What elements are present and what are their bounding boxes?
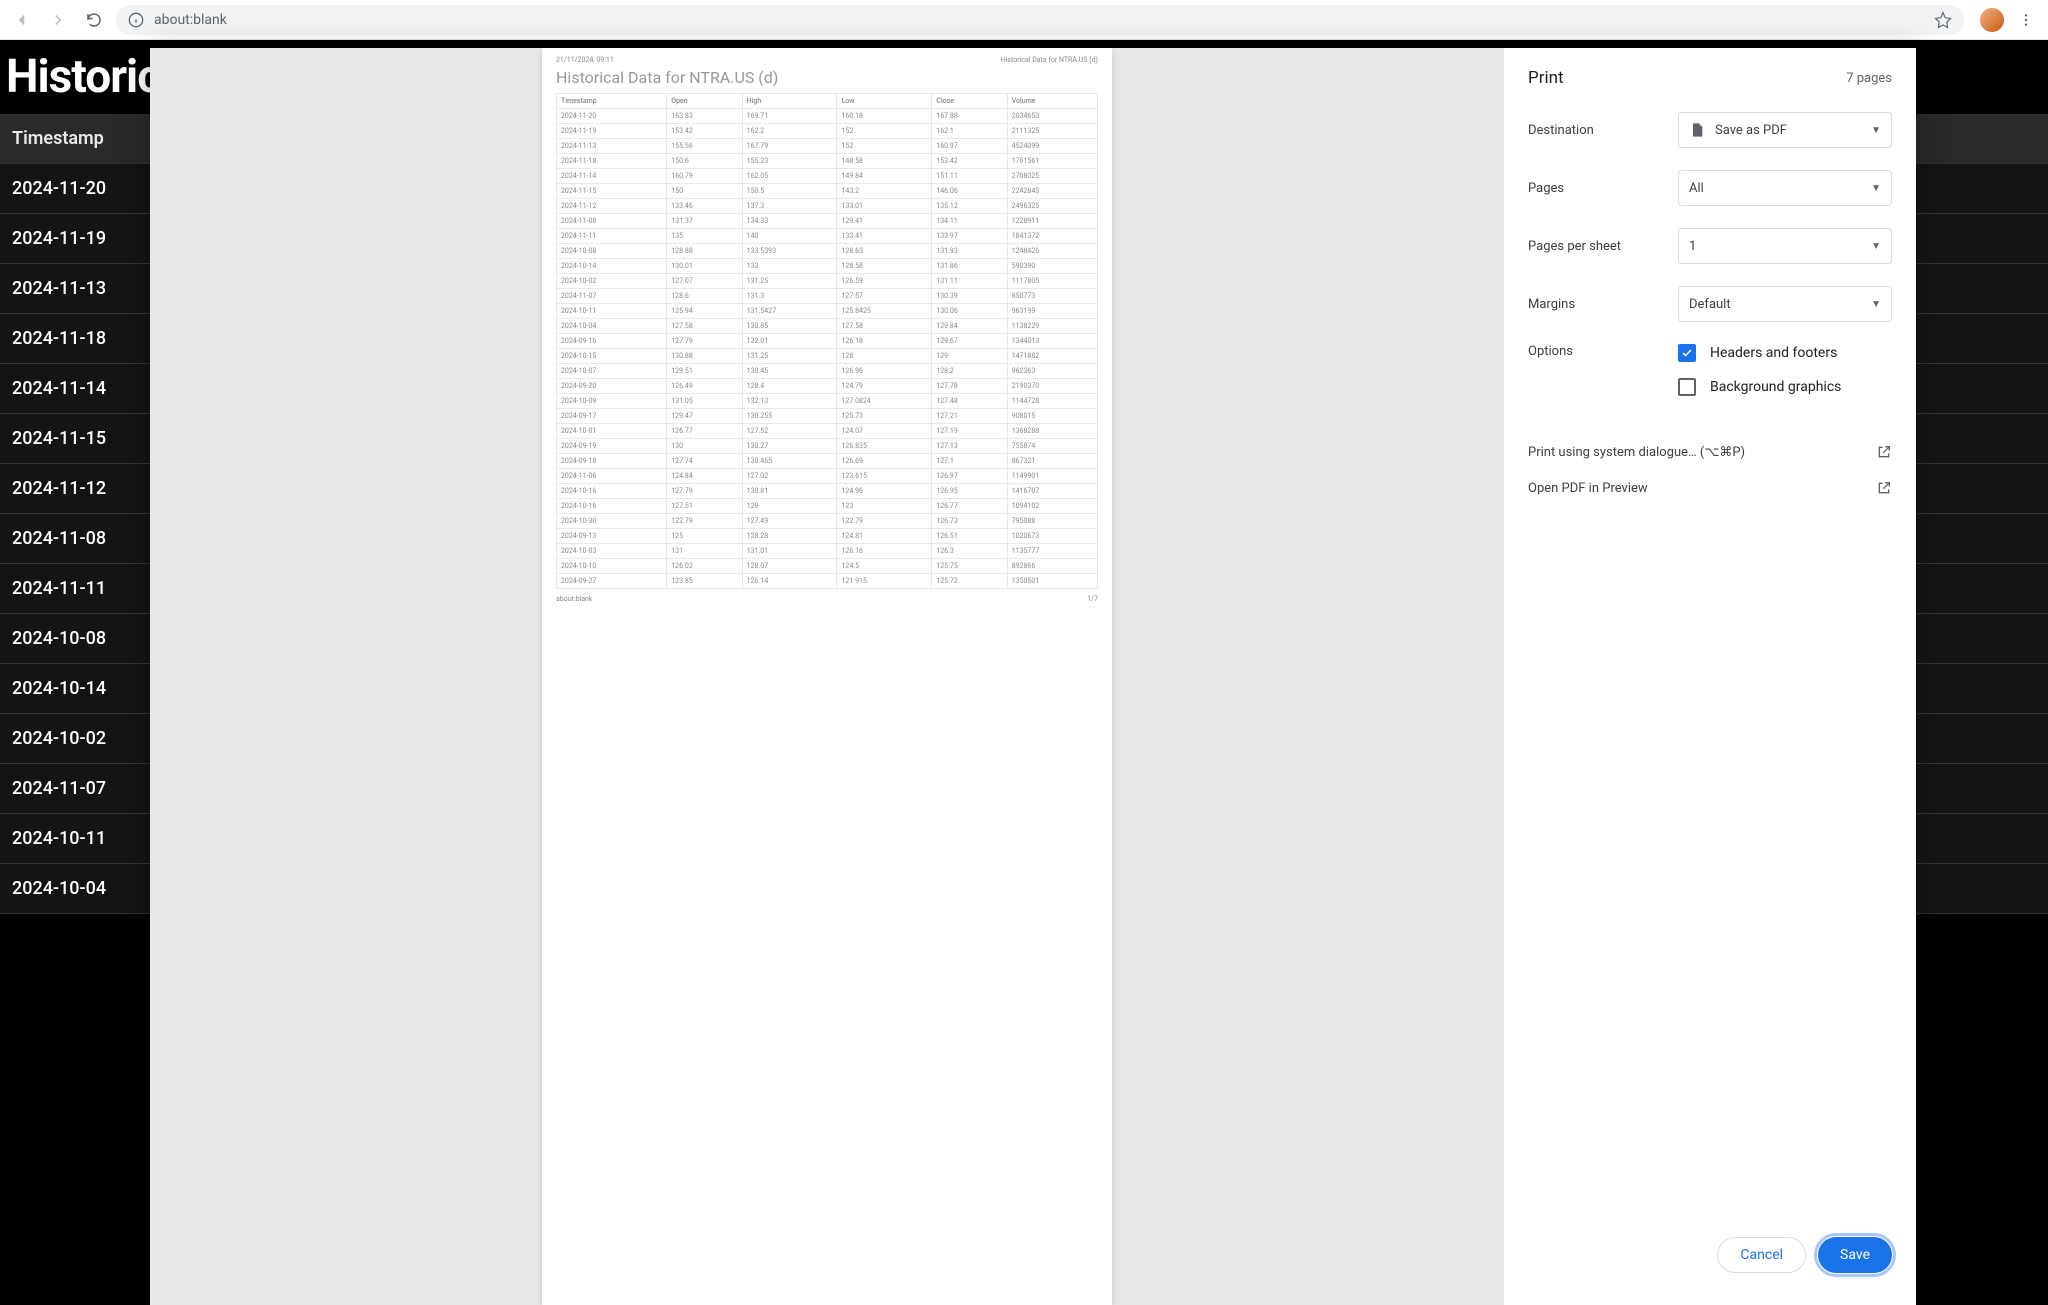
preview-row: 2024-10-07129.51130.45126.96128.2962363 (557, 364, 1098, 379)
preview-row: 2024-10-09131.05132.13127.0824127.481144… (557, 394, 1098, 409)
save-button[interactable]: Save (1818, 1237, 1892, 1273)
preview-row: 2024-09-13125128.28124.81126.511020673 (557, 529, 1098, 544)
preview-row: 2024-11-08131.37134.33129.41134.11122891… (557, 214, 1098, 229)
preview-row: 2024-11-19153.42162.2152162.12111325 (557, 124, 1098, 139)
headers-footers-checkbox[interactable] (1678, 344, 1696, 362)
back-button[interactable] (8, 6, 36, 34)
system-dialog-link[interactable]: Print using system dialogue… (⌥⌘P) (1528, 434, 1892, 470)
preview-table: TimestampOpenHighLowCloseVolume 2024-11-… (556, 93, 1098, 589)
preview-footer-page: 1/7 (1087, 595, 1098, 603)
open-pdf-preview-link[interactable]: Open PDF in Preview (1528, 470, 1892, 506)
destination-label: Destination (1528, 123, 1678, 138)
preview-page: 21/11/2024, 09:11 Historical Data for NT… (542, 48, 1112, 1305)
browser-menu-icon[interactable] (2012, 12, 2040, 28)
preview-footer-url: about:blank (556, 595, 592, 603)
pages-per-sheet-dropdown[interactable]: 1 ▼ (1678, 228, 1892, 264)
preview-row: 2024-10-04127.58130.85127.58129.84113822… (557, 319, 1098, 334)
pages-value: All (1689, 181, 1704, 196)
background-graphics-checkbox[interactable] (1678, 378, 1696, 396)
preview-row: 2024-09-18127.74130.465126.69127.1867321 (557, 454, 1098, 469)
preview-row: 2024-09-17129.47130.255125.73127.2190801… (557, 409, 1098, 424)
preview-row: 2024-10-08128.88133.5393128.63131.931248… (557, 244, 1098, 259)
preview-row: 2024-09-27123.85126.14121.915125.7213505… (557, 574, 1098, 589)
external-link-icon (1876, 444, 1892, 460)
margins-dropdown[interactable]: Default ▼ (1678, 286, 1892, 322)
bookmark-star-icon[interactable] (1934, 11, 1952, 29)
preview-header-title: Historical Data for NTRA.US (d) (1001, 56, 1098, 64)
margins-value: Default (1689, 297, 1731, 312)
preview-header-cell: Close (932, 94, 1007, 109)
destination-value: Save as PDF (1715, 123, 1787, 138)
preview-row: 2024-11-13155.56167.79152160.974524099 (557, 139, 1098, 154)
preview-header-cell: High (742, 94, 837, 109)
preview-row: 2024-10-30122.79127.49122.79126.73795088 (557, 514, 1098, 529)
site-info-icon[interactable] (128, 12, 144, 28)
chevron-down-icon: ▼ (1871, 183, 1881, 194)
preview-row: 2024-10-03131131.01126.16126.31135777 (557, 544, 1098, 559)
chevron-down-icon: ▼ (1871, 299, 1881, 310)
preview-header-cell: Timestamp (557, 94, 667, 109)
url-text: about:blank (154, 12, 227, 28)
preview-row: 2024-10-01126.77127.52124.07127.19136828… (557, 424, 1098, 439)
preview-row: 2024-11-15150150.5143.2146.062242843 (557, 184, 1098, 199)
browser-toolbar: about:blank (0, 0, 2048, 40)
preview-row: 2024-11-06124.84127.02123.615126.9711499… (557, 469, 1098, 484)
pages-label: Pages (1528, 181, 1678, 196)
print-dialog-title: Print (1528, 68, 1564, 88)
headers-footers-label: Headers and footers (1710, 345, 1837, 361)
margins-label: Margins (1528, 297, 1678, 312)
pages-per-sheet-label: Pages per sheet (1528, 239, 1678, 254)
background-graphics-label: Background graphics (1710, 379, 1841, 395)
forward-button[interactable] (44, 6, 72, 34)
preview-row: 2024-10-16127.79130.81124.96126.95141670… (557, 484, 1098, 499)
preview-row: 2024-09-20126.49128.4124.79127.782190370 (557, 379, 1098, 394)
preview-row: 2024-11-07128.6131.3127.57130.39850773 (557, 289, 1098, 304)
print-settings-pane: Print 7 pages Destination Save as PDF ▼ … (1504, 48, 1916, 1305)
preview-row: 2024-11-11135140133.41133.971841372 (557, 229, 1098, 244)
open-pdf-preview-label: Open PDF in Preview (1528, 481, 1648, 496)
pages-per-sheet-value: 1 (1689, 239, 1696, 254)
preview-row: 2024-09-19130130.27126.835127.13755874 (557, 439, 1098, 454)
preview-header-cell: Open (667, 94, 742, 109)
system-dialog-label: Print using system dialogue… (⌥⌘P) (1528, 445, 1745, 460)
preview-row: 2024-10-14130.01133128.58131.86590390 (557, 259, 1098, 274)
destination-dropdown[interactable]: Save as PDF ▼ (1678, 112, 1892, 148)
preview-row: 2024-10-11125.94131.5427125.8425130.0696… (557, 304, 1098, 319)
external-link-icon (1876, 480, 1892, 496)
cancel-button-label: Cancel (1740, 1247, 1783, 1263)
pages-dropdown[interactable]: All ▼ (1678, 170, 1892, 206)
address-bar[interactable]: about:blank (116, 5, 1964, 35)
preview-row: 2024-11-14160.79162.05149.84151.11270802… (557, 169, 1098, 184)
preview-header-cell: Volume (1007, 94, 1097, 109)
preview-row: 2024-11-20163.83169.71160.18167.88203465… (557, 109, 1098, 124)
preview-row: 2024-09-16127.79132.01126.18129.67134401… (557, 334, 1098, 349)
preview-header-date: 21/11/2024, 09:11 (556, 56, 614, 64)
reload-button[interactable] (80, 6, 108, 34)
print-dialog: 21/11/2024, 09:11 Historical Data for NT… (150, 48, 1916, 1305)
preview-row: 2024-10-15130.88131.251281291471882 (557, 349, 1098, 364)
preview-title: Historical Data for NTRA.US (d) (556, 68, 1098, 87)
preview-row: 2024-10-02127.07131.25126.59131.11111780… (557, 274, 1098, 289)
page-count: 7 pages (1846, 71, 1892, 86)
chevron-down-icon: ▼ (1871, 125, 1881, 136)
pdf-file-icon (1689, 121, 1705, 139)
print-preview-pane[interactable]: 21/11/2024, 09:11 Historical Data for NT… (150, 48, 1504, 1305)
preview-header-cell: Low (837, 94, 932, 109)
save-button-label: Save (1840, 1247, 1870, 1263)
chevron-down-icon: ▼ (1871, 241, 1881, 252)
cancel-button[interactable]: Cancel (1717, 1237, 1806, 1273)
preview-row: 2024-11-18150.6155.23148.58153.421761561 (557, 154, 1098, 169)
preview-row: 2024-10-16127.51129123126.771094102 (557, 499, 1098, 514)
preview-row: 2024-10-10126.02128.07124.5125.75892866 (557, 559, 1098, 574)
options-label: Options (1528, 344, 1678, 359)
profile-avatar[interactable] (1980, 8, 2004, 32)
preview-row: 2024-11-12133.46137.3133.01135.122496325 (557, 199, 1098, 214)
